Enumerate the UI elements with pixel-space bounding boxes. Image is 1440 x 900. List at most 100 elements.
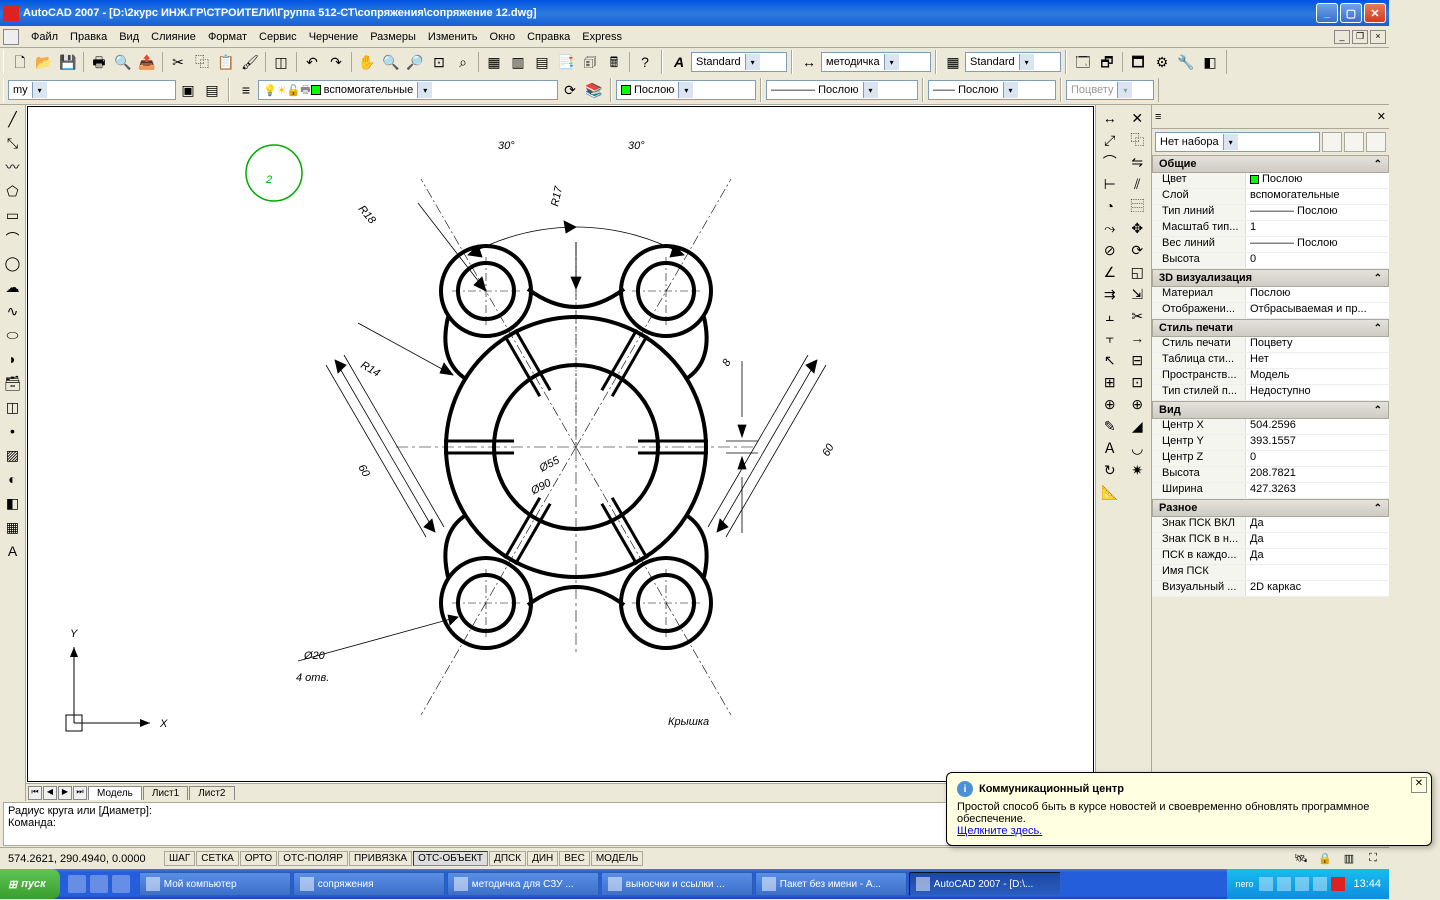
dimstyle-combo[interactable]: методичка xyxy=(821,52,931,72)
zoomprev-button[interactable]: 🔎 xyxy=(404,51,426,73)
menu-tools[interactable]: Сервис xyxy=(253,29,303,45)
panel-grip[interactable]: ≡ xyxy=(1155,111,1161,123)
task-button[interactable]: Пакет без имени - A... xyxy=(755,872,907,896)
color-combo[interactable]: Послою xyxy=(616,80,756,100)
balloon-link[interactable]: Щелкните здесь. xyxy=(957,825,1042,837)
task-button[interactable]: AutoCAD 2007 - [D:\... xyxy=(909,872,1061,896)
offset-tool[interactable]: ⫽ xyxy=(1126,173,1148,195)
spline-tool[interactable]: ∿ xyxy=(2,300,24,322)
tab-sheet1[interactable]: Лист1 xyxy=(143,786,188,800)
breakpt-tool[interactable]: ⊡ xyxy=(1126,371,1148,393)
menu-express[interactable]: Express xyxy=(576,29,628,45)
menu-format[interactable]: Формат xyxy=(202,29,253,45)
rotate-tool[interactable]: ⟳ xyxy=(1126,239,1148,261)
drawing-canvas[interactable]: X Y 2 Ø55 Ø90 xyxy=(27,106,1094,782)
ql-3[interactable] xyxy=(112,875,130,893)
cut-button[interactable]: ✂ xyxy=(167,51,189,73)
menu-file[interactable]: Файл xyxy=(25,29,64,45)
quickselect-button[interactable] xyxy=(1366,132,1386,152)
rect-tool[interactable]: ▭ xyxy=(2,204,24,226)
dim-center[interactable]: ⊕ xyxy=(1099,393,1121,415)
copy-button[interactable]: ⿻ xyxy=(191,51,213,73)
prop-row[interactable]: Ширина427.3263 xyxy=(1152,483,1389,499)
mirror-tool[interactable]: ⇋ xyxy=(1126,151,1148,173)
dim-edit[interactable]: ✎ xyxy=(1099,415,1121,437)
prop-section-header[interactable]: 3D визуализация xyxy=(1152,269,1389,287)
extend-tool[interactable]: → xyxy=(1126,327,1148,349)
status-привязка[interactable]: ПРИВЯЗКА xyxy=(349,851,412,866)
dim-diameter[interactable]: ⊘ xyxy=(1099,239,1121,261)
prop-row[interactable]: Знак ПСК ВКЛДа xyxy=(1152,517,1389,533)
prop-row[interactable]: Пространств...Модель xyxy=(1152,369,1389,385)
save-button[interactable]: 💾 xyxy=(57,51,79,73)
ql-1[interactable] xyxy=(68,875,86,893)
ellipse-tool[interactable]: ⬭ xyxy=(2,324,24,346)
dim-aligned[interactable]: ⤢ xyxy=(1099,129,1121,151)
prop-row[interactable]: Тип линий———— Послою xyxy=(1152,205,1389,221)
print-button[interactable]: 🖶 xyxy=(88,51,110,73)
mdi-close[interactable]: × xyxy=(1370,30,1386,44)
stretch-tool[interactable]: ⇲ xyxy=(1126,283,1148,305)
revcloud-tool[interactable]: ☁ xyxy=(2,276,24,298)
trim-tool[interactable]: ✂ xyxy=(1126,305,1148,327)
block-button[interactable]: ◫ xyxy=(270,51,292,73)
explode-tool[interactable]: ✷ xyxy=(1126,459,1148,481)
tablestyle-icon[interactable]: ▦ xyxy=(942,51,964,73)
status-орто[interactable]: ОРТО xyxy=(240,851,277,866)
pan-button[interactable]: ✋ xyxy=(356,51,378,73)
gradient-tool[interactable]: ◐ xyxy=(2,468,24,490)
tray-icon-4[interactable] xyxy=(1313,877,1327,891)
point-tool[interactable]: • xyxy=(2,420,24,442)
move-tool[interactable]: ✥ xyxy=(1126,217,1148,239)
start-button[interactable]: ⊞пуск xyxy=(0,869,60,899)
menu-view[interactable]: Вид xyxy=(113,29,145,45)
zoomwin-button[interactable]: ⊡ xyxy=(428,51,450,73)
open-button[interactable]: 📂 xyxy=(33,51,55,73)
tab-last[interactable]: ⏭ xyxy=(73,786,87,800)
dim-jogged[interactable]: ⤳ xyxy=(1099,217,1121,239)
status-отс-поляр[interactable]: ОТС-ПОЛЯР xyxy=(278,851,348,866)
ellipsearc-tool[interactable]: ◗ xyxy=(2,348,24,370)
prop-row[interactable]: Центр Y393.1557 xyxy=(1152,435,1389,451)
insertblock-tool[interactable]: 🗃 xyxy=(2,372,24,394)
prop-row[interactable]: Визуальный ...2D каркас xyxy=(1152,581,1389,597)
selection-combo[interactable]: Нет набора xyxy=(1155,132,1320,152)
prop-row[interactable]: МатериалПослою xyxy=(1152,287,1389,303)
tab-prev[interactable]: ◀ xyxy=(43,786,57,800)
dim-linear[interactable]: ↔ xyxy=(1099,107,1121,129)
prop-row[interactable]: Масштаб тип...1 xyxy=(1152,221,1389,237)
prop-row[interactable]: Вес линий———— Послою xyxy=(1152,237,1389,253)
dim-tolerance[interactable]: ⊞ xyxy=(1099,371,1121,393)
zoomobj-button[interactable]: ⌕ xyxy=(452,51,474,73)
layer-combo[interactable]: 💡☀🔓🖶 вспомогательные xyxy=(258,80,558,100)
mdi-restore[interactable]: ❐ xyxy=(1352,30,1368,44)
menu-edit[interactable]: Правка xyxy=(64,29,113,45)
dim-radius[interactable]: ◔ xyxy=(1099,195,1121,217)
tab-sheet2[interactable]: Лист2 xyxy=(189,786,234,800)
new-button[interactable]: 🗋 xyxy=(9,51,31,73)
menu-dimensions[interactable]: Размеры xyxy=(364,29,422,45)
panel-close-icon[interactable]: ✕ xyxy=(1377,110,1386,123)
maximize-button[interactable]: ▢ xyxy=(1340,3,1362,23)
status-дпск[interactable]: ДПСК xyxy=(489,851,526,866)
prop-row[interactable]: Центр X504.2596 xyxy=(1152,419,1389,435)
mtext-tool[interactable]: A xyxy=(2,540,24,562)
prop-row[interactable]: Слойвспомогательные xyxy=(1152,189,1389,205)
dwg1-button[interactable]: ▦ xyxy=(483,51,505,73)
menu-window[interactable]: Окно xyxy=(484,29,522,45)
status-сетка[interactable]: СЕТКА xyxy=(196,851,239,866)
ws-button-5[interactable]: 🔧 xyxy=(1175,51,1197,73)
region-tool[interactable]: ◧ xyxy=(2,492,24,514)
dim-arc[interactable]: ⌒ xyxy=(1099,151,1121,173)
prop-row[interactable]: Таблица сти...Нет xyxy=(1152,353,1389,369)
prop-section-header[interactable]: Разное xyxy=(1152,499,1389,517)
ws-button-6[interactable]: ◧ xyxy=(1199,51,1221,73)
textstyle-combo[interactable]: Standard xyxy=(691,52,787,72)
layer-tool2[interactable]: 📚 xyxy=(583,79,605,101)
tray-icon-2[interactable] xyxy=(1277,877,1291,891)
break-tool[interactable]: ⊟ xyxy=(1126,349,1148,371)
tray-icon-5[interactable] xyxy=(1331,877,1345,891)
scale-tool[interactable]: ◱ xyxy=(1126,261,1148,283)
ws-button-3[interactable]: 🗖 xyxy=(1127,51,1149,73)
layer-extra2[interactable]: ▤ xyxy=(201,79,223,101)
